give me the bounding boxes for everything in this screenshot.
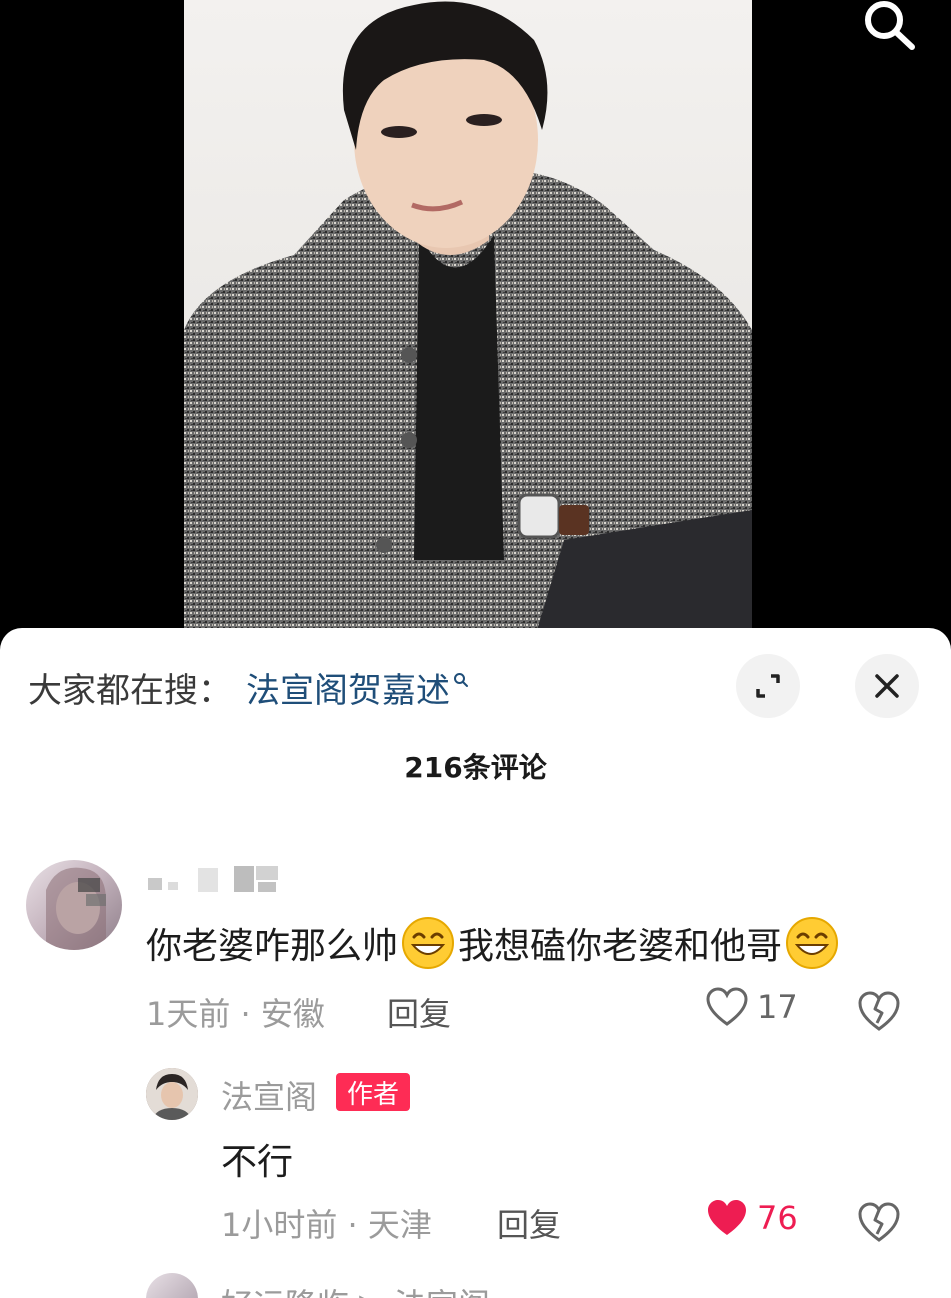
commenter-avatar[interactable] <box>146 1273 198 1298</box>
reply-button[interactable]: 回复 <box>387 989 451 1035</box>
grinning-face-emoji-icon <box>402 917 455 969</box>
reply-chain-username[interactable]: 好运降临 ▶ 法宣阁 <box>221 1280 490 1298</box>
author-badge: 作者 <box>336 1073 411 1111</box>
close-icon <box>875 674 899 698</box>
hot-search-term[interactable]: 法宣阁贺嘉述 <box>246 663 450 712</box>
search-icon <box>865 1 915 50</box>
expand-icon <box>756 674 780 698</box>
broken-heart-icon <box>858 991 900 1031</box>
author-username[interactable]: 法宣阁 <box>221 1072 317 1118</box>
comment-meta: 1天前 · 安徽 <box>146 989 325 1035</box>
hot-search-bar[interactable]: 大家都在搜： 法宣阁贺嘉述 <box>28 663 469 712</box>
like-count: 76 <box>757 1199 798 1237</box>
heart-filled-icon <box>708 1200 746 1235</box>
blurred-username <box>148 866 278 892</box>
broken-heart-icon <box>858 1202 900 1242</box>
close-button[interactable] <box>855 654 919 718</box>
comment-location: 安徽 <box>260 995 325 1033</box>
search-button[interactable] <box>856 0 920 56</box>
reply-meta: 1小时前 · 天津 <box>221 1200 432 1246</box>
post-photo <box>184 0 752 640</box>
author-avatar[interactable] <box>146 1068 198 1120</box>
avatar-image <box>146 1068 198 1120</box>
like-count: 17 <box>757 988 798 1026</box>
search-small-icon <box>454 673 468 687</box>
avatar-image <box>46 867 106 950</box>
reply-text: 不行 <box>221 1142 294 1183</box>
comment-text-part2: 我想磕你老婆和他哥 <box>458 926 783 967</box>
meta-separator: · <box>240 995 261 1033</box>
dislike-button[interactable] <box>857 989 901 1033</box>
reply-time: 1小时前 <box>221 1206 338 1244</box>
comment-text: 你老婆咋那么帅 我想磕你老婆和他哥 <box>146 915 842 971</box>
reply-button[interactable]: 回复 <box>497 1200 561 1246</box>
dislike-button[interactable] <box>857 1200 901 1244</box>
reply-location: 天津 <box>367 1206 432 1244</box>
comment-count-title: 216条评论 <box>404 751 547 784</box>
commenter-username-blurred[interactable] <box>146 864 291 896</box>
comment-sheet: 大家都在搜： 法宣阁贺嘉述 216条评论 你老婆咋那么帅 我想磕你老婆和他哥 1… <box>0 628 951 1298</box>
photo-illustration <box>184 1 752 640</box>
commenter-avatar[interactable] <box>26 860 122 950</box>
video-area[interactable] <box>0 0 951 640</box>
like-button[interactable]: 17 <box>705 986 798 1028</box>
comment-time: 1天前 <box>146 995 231 1033</box>
expand-button[interactable] <box>736 654 800 718</box>
grinning-face-emoji-icon <box>786 917 839 969</box>
like-button-liked[interactable]: 76 <box>705 1197 798 1239</box>
heart-outline-icon <box>706 987 748 1026</box>
comment-text-part1: 你老婆咋那么帅 <box>146 926 399 967</box>
meta-separator: · <box>347 1206 368 1244</box>
hot-search-prefix: 大家都在搜： <box>28 670 232 711</box>
